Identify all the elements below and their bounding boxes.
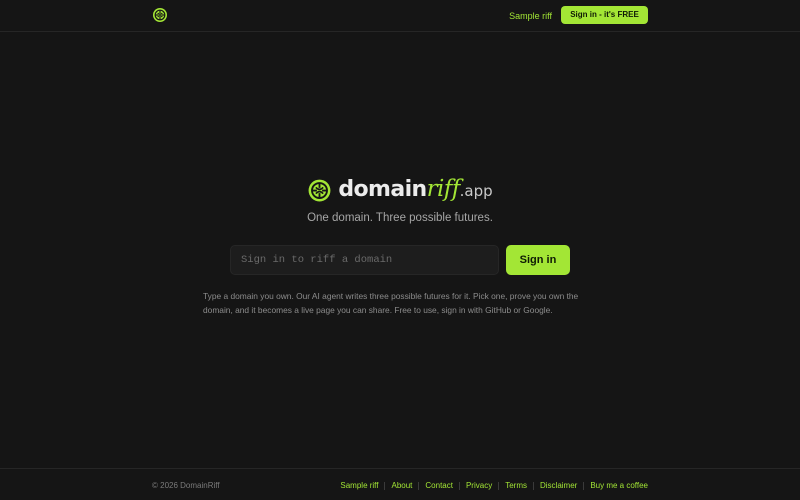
description-text: Type a domain you own. Our AI agent writ… — [203, 291, 579, 315]
signin-button[interactable]: Sign in — [506, 245, 570, 275]
footer-link-sample-riff[interactable]: Sample riff — [340, 480, 378, 492]
footer-link-about[interactable]: About — [391, 480, 412, 492]
globe-target-icon — [308, 179, 331, 201]
footer: © 2026 DomainRiff Sample riff About Cont… — [0, 468, 800, 500]
domain-input[interactable] — [230, 245, 499, 275]
footer-separator — [498, 482, 500, 490]
brand-accent-text: riff — [426, 176, 461, 202]
footer-separator — [532, 482, 534, 490]
brand-main-text: domain — [338, 177, 427, 202]
top-bar: Sample riff Sign in - it's FREE — [0, 0, 800, 32]
footer-link-disclaimer[interactable]: Disclaimer — [540, 480, 577, 492]
footer-separator — [458, 482, 460, 490]
footer-separator — [418, 482, 420, 490]
header-sample-riff-link[interactable]: Sample riff — [509, 10, 552, 22]
footer-separator — [384, 482, 386, 490]
footer-separator — [583, 482, 585, 490]
tagline: One domain. Three possible futures. — [307, 212, 493, 224]
brand-wordmark: domainriff.app — [338, 176, 492, 204]
footer-links: Sample riff About Contact Privacy Terms … — [340, 480, 648, 492]
brand-lockup: domainriff.app — [307, 176, 493, 204]
footer-link-privacy[interactable]: Privacy — [466, 480, 492, 492]
copyright-text: © 2026 DomainRiff — [152, 481, 220, 490]
globe-target-icon[interactable] — [152, 7, 168, 23]
page: Sample riff Sign in - it's FREE domainri… — [0, 0, 800, 500]
footer-link-terms[interactable]: Terms — [505, 480, 527, 492]
brand-logo: domainriff.app — [0, 175, 800, 205]
domain-form: Sign in — [230, 245, 570, 275]
header-signin-button[interactable]: Sign in - it's FREE — [561, 6, 648, 24]
footer-link-contact[interactable]: Contact — [425, 480, 453, 492]
brand-suffix-text: .app — [459, 182, 493, 200]
footer-link-buy-me-a-coffee[interactable]: Buy me a coffee — [590, 480, 648, 492]
